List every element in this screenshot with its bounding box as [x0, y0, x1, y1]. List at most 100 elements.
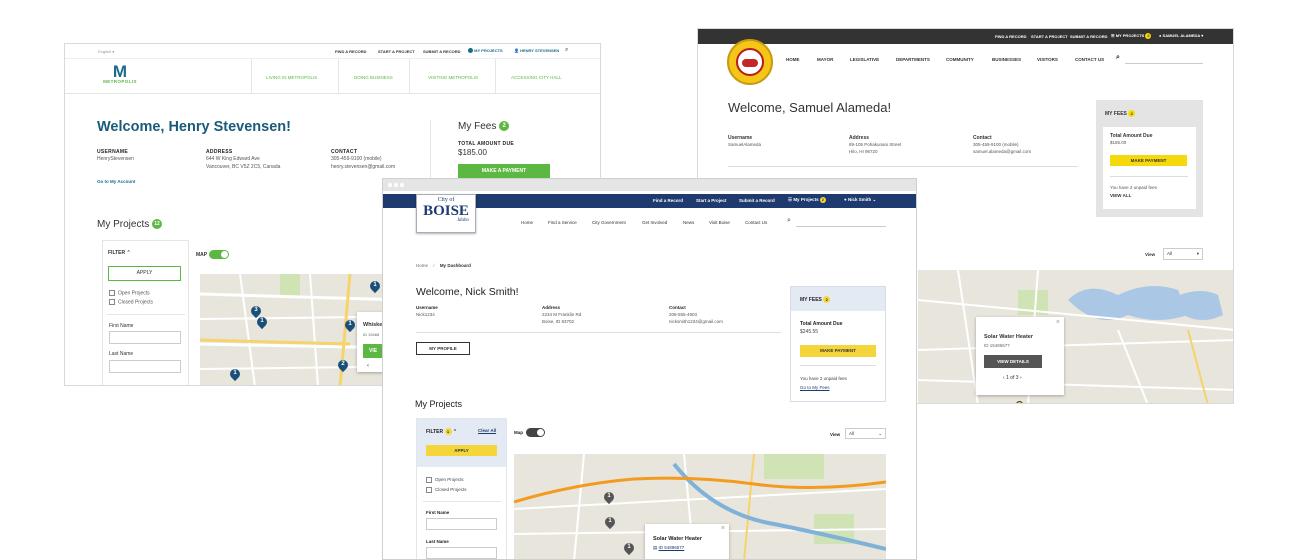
search-icon[interactable]: ⌕: [565, 47, 568, 54]
map-pin[interactable]: [1016, 401, 1023, 403]
boise-address-label: Address: [542, 305, 561, 310]
breadcrumb-separator: /: [433, 263, 435, 268]
boise-map[interactable]: 1 1 1 × Solar Water Heater ▤ ID 54896577: [514, 454, 886, 559]
metro-last-name-input[interactable]: [109, 360, 181, 373]
nav-contact[interactable]: CONTACT US: [1075, 57, 1104, 62]
search-input[interactable]: [1125, 63, 1203, 64]
boise-apply-button[interactable]: APPLY: [426, 445, 497, 456]
my-projects-link[interactable]: ☰ MY PROJECTS 2: [1111, 33, 1152, 39]
submit-record-link[interactable]: Submit a Record: [739, 198, 775, 203]
start-project-link[interactable]: START A PROJECT: [378, 49, 415, 54]
metro-make-payment-button[interactable]: MAKE A PAYMENT: [458, 164, 550, 179]
chevron-left-icon[interactable]: ‹: [1003, 375, 1005, 381]
find-record-link[interactable]: FIND A RECORD: [995, 34, 1026, 39]
boise-map-popup: × Solar Water Heater ▤ ID 54896577: [645, 524, 729, 559]
boise-first-name-input[interactable]: [426, 518, 497, 530]
map-pin[interactable]: 1: [254, 314, 270, 330]
user-menu[interactable]: 👤 HENRY STEVENSEN: [514, 48, 559, 53]
nav-visiting[interactable]: VISITING METROPOLIS: [428, 75, 478, 80]
find-record-link[interactable]: Find a Record: [653, 198, 683, 203]
fees-count-badge: 2: [1128, 110, 1136, 117]
submit-record-link[interactable]: SUBMIT A RECORD: [423, 49, 460, 54]
close-icon[interactable]: ×: [1056, 319, 1060, 326]
map-pin[interactable]: 1: [367, 278, 383, 294]
my-projects-link[interactable]: MY PROJECTS: [468, 48, 503, 54]
nav-business[interactable]: DOING BUSINESS: [354, 75, 393, 80]
metro-filter-toggle[interactable]: FILTER ⌃: [108, 250, 131, 256]
metro-open-projects-checkbox[interactable]: Open Projects: [109, 290, 150, 296]
metro-first-name-input[interactable]: [109, 331, 181, 344]
chevron-up-icon: ⌃: [126, 250, 131, 256]
nav-news[interactable]: News: [683, 220, 694, 225]
boise-closed-projects-checkbox[interactable]: Closed Projects: [426, 487, 467, 493]
map-pin[interactable]: 1: [602, 514, 618, 530]
go-to-account-link[interactable]: Go to My Account: [97, 179, 135, 184]
map-pin[interactable]: 2: [335, 357, 351, 373]
boise-email: nicksmith1234@gmail.com: [669, 319, 723, 324]
popup-view-details-button[interactable]: VIEW DETAILS: [984, 355, 1042, 368]
close-icon[interactable]: ×: [721, 525, 725, 532]
nav-visit-boise[interactable]: Visit Boise: [709, 220, 730, 225]
checkbox-icon: [109, 299, 115, 305]
nav-departments[interactable]: DEPARTMENTS: [896, 57, 930, 62]
find-record-link[interactable]: FIND A RECORD: [335, 49, 366, 54]
projects-badge: 2: [819, 197, 826, 203]
chevron-left-icon[interactable]: ‹: [367, 363, 369, 369]
boise-make-payment-button[interactable]: MAKE PAYMENT: [800, 345, 876, 357]
boise-view-select[interactable]: All ⌄: [845, 428, 886, 439]
user-menu[interactable]: ● Nick Smith ⌄: [844, 197, 876, 203]
search-icon[interactable]: ⌕: [787, 217, 791, 225]
metro-closed-projects-checkbox[interactable]: Closed Projects: [109, 299, 153, 305]
samuel-top-bar: FIND A RECORD START A PROJECT SUBMIT A R…: [698, 29, 1233, 44]
start-project-link[interactable]: START A PROJECT: [1031, 34, 1068, 39]
samuel-view-all-link[interactable]: VIEW ALL: [1110, 193, 1131, 198]
boise-map-toggle[interactable]: [526, 428, 545, 437]
popup-id[interactable]: ▤ ID 54896577: [653, 545, 684, 551]
nav-living[interactable]: LIVING IN METROPOLIS: [266, 75, 317, 80]
my-projects-link[interactable]: ☰ My Projects 2: [788, 197, 826, 203]
my-profile-button[interactable]: MY PROFILE: [416, 342, 470, 355]
nav-get-involved[interactable]: Get Involved: [642, 220, 667, 225]
start-project-link[interactable]: Start a Project: [696, 198, 727, 203]
nav-community[interactable]: COMMUNITY: [946, 57, 974, 62]
boise-filter-toggle[interactable]: FILTER 1 ⌃: [426, 428, 457, 435]
nav-visitors[interactable]: VISITORS: [1037, 57, 1058, 62]
chevron-right-icon[interactable]: ›: [1020, 375, 1022, 381]
boise-total: $245.55: [800, 329, 819, 335]
nav-city-government[interactable]: City Government: [592, 220, 626, 225]
user-menu[interactable]: ● SAMUEL ALAMEDA ▾: [1159, 33, 1203, 38]
boise-address-1: 2234 M Franklin Rd: [542, 312, 582, 317]
map-pin[interactable]: 1: [601, 489, 617, 505]
go-to-fees-link[interactable]: Go to My Fees: [800, 385, 830, 390]
map-pin[interactable]: 1: [621, 540, 637, 556]
boise-last-name-input[interactable]: [426, 547, 497, 559]
metro-logo[interactable]: M METROPOLIS: [95, 63, 145, 84]
metro-map-toggle[interactable]: [209, 250, 229, 259]
metro-username: HenryStevensen: [97, 156, 134, 162]
nav-businesses[interactable]: BUSINESSES: [992, 57, 1021, 62]
breadcrumb-home[interactable]: Home: [416, 263, 428, 268]
nav-contact[interactable]: Contact Us: [745, 220, 767, 225]
nav-mayor[interactable]: MAYOR: [817, 57, 833, 62]
submit-record-link[interactable]: SUBMIT A RECORD: [1070, 34, 1107, 39]
map-pin[interactable]: 1: [342, 317, 358, 333]
search-icon[interactable]: ⌕: [1116, 54, 1120, 62]
nav-legislative[interactable]: LEGISLATIVE: [850, 57, 879, 62]
samuel-address-2: Hilo, HI 96720: [849, 149, 878, 154]
map-pin[interactable]: 1: [227, 366, 243, 382]
samuel-map[interactable]: × Solar Water Heater ID 15486577 VIEW DE…: [918, 270, 1233, 403]
metro-apply-button[interactable]: APPLY: [108, 266, 181, 281]
boise-open-projects-checkbox[interactable]: Open Projects: [426, 477, 464, 483]
samuel-make-payment-button[interactable]: MAKE PAYMENT: [1110, 155, 1187, 166]
language-selector[interactable]: English ▾: [98, 49, 114, 54]
nav-city-hall[interactable]: ACCESSING CITY HALL: [511, 75, 561, 80]
nav-find-service[interactable]: Find a Service: [548, 220, 577, 225]
samuel-fees-title: MY FEES 2: [1105, 110, 1136, 117]
clear-all-link[interactable]: Clear All: [478, 428, 496, 433]
user-icon: 👤: [514, 48, 519, 53]
nav-home[interactable]: HOME: [786, 57, 800, 62]
samuel-unpaid-text: You have 2 unpaid fees: [1110, 185, 1157, 190]
nav-home[interactable]: Home: [521, 220, 533, 225]
samuel-view-select[interactable]: All ▾: [1163, 248, 1203, 260]
search-input[interactable]: [796, 226, 886, 227]
